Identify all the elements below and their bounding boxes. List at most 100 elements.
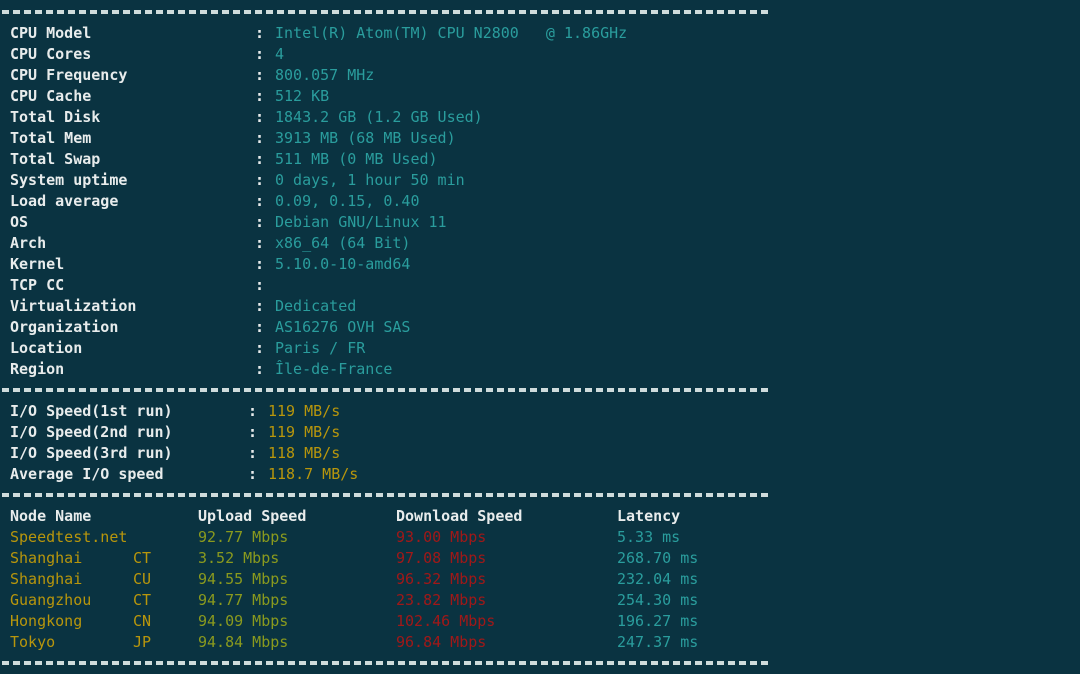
terminal-window: CPU Model: Intel(R) Atom(TM) CPU N2800 @ … <box>0 0 1080 674</box>
cell-isp-code: CU <box>133 570 152 588</box>
info-row: Total Swap:511 MB (0 MB Used) <box>0 149 1080 170</box>
cell-isp-code: JP <box>133 633 152 651</box>
cell-download-speed: 23.82 Mbps <box>396 591 487 609</box>
info-label: CPU Cache <box>10 87 92 105</box>
network-table-row: Shanghai CU 94.55 Mbps 96.32 Mbps 232.04 ms <box>0 569 1080 590</box>
info-row: System uptime:0 days, 1 hour 50 min <box>0 170 1080 191</box>
info-colon: : <box>248 423 258 441</box>
info-value: Île-de-France <box>275 360 393 378</box>
cell-isp-code: CT <box>133 591 152 609</box>
info-value: Paris / FR <box>275 339 366 357</box>
info-colon: : <box>255 255 265 273</box>
info-colon: : <box>255 108 265 126</box>
info-row: Total Mem:3913 MB (68 MB Used) <box>0 128 1080 149</box>
info-label: CPU Model <box>10 24 92 42</box>
separator-top <box>0 2 1080 23</box>
cell-upload-speed: 3.52 Mbps <box>198 549 280 567</box>
info-value: AS16276 OVH SAS <box>275 318 411 336</box>
cell-node-name: Guangzhou <box>10 591 92 609</box>
info-row: Virtualization: Dedicated <box>0 296 1080 317</box>
network-table-row: Guangzhou CT 94.77 Mbps 23.82 Mbps 254.30 ms <box>0 590 1080 611</box>
cell-upload-speed: 94.55 Mbps <box>198 570 289 588</box>
info-row: Kernel:5.10.0-10-amd64 <box>0 254 1080 275</box>
info-colon: : <box>255 192 265 210</box>
info-label: OS <box>10 213 29 231</box>
io-speed-row: Average I/O speed:118.7 MB/s <box>0 464 1080 485</box>
cell-isp-code: CN <box>133 612 152 630</box>
info-row: CPU Frequency:800.057 MHz <box>0 65 1080 86</box>
separator-after-io-speed <box>0 485 1080 506</box>
cell-upload-speed: 94.77 Mbps <box>198 591 289 609</box>
cell-latency: 232.04 ms <box>617 570 699 588</box>
cell-latency: 196.27 ms <box>617 612 699 630</box>
network-table-header: Node Name Upload Speed Download Speed La… <box>0 506 1080 527</box>
info-row: Location: Paris / FR <box>0 338 1080 359</box>
info-row: Region: Île-de-France <box>0 359 1080 380</box>
separator-after-system-info <box>0 380 1080 401</box>
info-label: Load average <box>10 192 119 210</box>
info-colon: : <box>255 45 265 63</box>
info-value: 3913 MB (68 MB Used) <box>275 129 456 147</box>
separator-bottom <box>0 653 1080 674</box>
info-row: CPU Cache:512 KB <box>0 86 1080 107</box>
info-value: 800.057 MHz <box>275 66 375 84</box>
io-speed-row: I/O Speed(1st run):119 MB/s <box>0 401 1080 422</box>
info-row: OS: Debian GNU/Linux 11 <box>0 212 1080 233</box>
io-speed-label: I/O Speed(1st run) <box>10 402 173 420</box>
cell-download-speed: 97.08 Mbps <box>396 549 487 567</box>
info-colon: : <box>255 24 265 42</box>
io-speed-value: 119 MB/s <box>268 423 341 441</box>
network-table-row: Hongkong CN 94.09 Mbps 102.46 Mbps 196.27 ms <box>0 611 1080 632</box>
info-label: Organization <box>10 318 119 336</box>
io-speed-value: 118.7 MB/s <box>268 465 359 483</box>
cell-download-speed: 93.00 Mbps <box>396 528 487 546</box>
info-value: x86_64 (64 Bit) <box>275 234 411 252</box>
info-label: Location <box>10 339 83 357</box>
info-label: CPU Frequency <box>10 66 128 84</box>
cell-isp-code: CT <box>133 549 152 567</box>
io-speed-value: 119 MB/s <box>268 402 341 420</box>
info-colon: : <box>255 360 265 378</box>
info-label: Total Disk <box>10 108 101 126</box>
info-value: 512 KB <box>275 87 330 105</box>
io-speed-section: I/O Speed(1st run):119 MB/s I/O Speed(2nd… <box>0 401 1080 485</box>
info-row: CPU Cores:4 <box>0 44 1080 65</box>
cell-latency: 247.37 ms <box>617 633 699 651</box>
cell-latency: 5.33 ms <box>617 528 681 546</box>
column-header-latency: Latency <box>617 507 681 525</box>
system-info-section: CPU Model: Intel(R) Atom(TM) CPU N2800 @ … <box>0 23 1080 380</box>
io-speed-label: Average I/O speed <box>10 465 164 483</box>
info-label: Virtualization <box>10 297 137 315</box>
info-colon: : <box>255 87 265 105</box>
info-value: 0 days, 1 hour 50 min <box>275 171 465 189</box>
info-value: 0.09, 0.15, 0.40 <box>275 192 420 210</box>
cell-node-name: Shanghai <box>10 570 83 588</box>
info-label: Kernel <box>10 255 65 273</box>
cell-node-name: Speedtest.net <box>10 528 128 546</box>
info-label: Arch <box>10 234 47 252</box>
info-row: Arch: x86_64 (64 Bit) <box>0 233 1080 254</box>
io-speed-row: I/O Speed(2nd run):119 MB/s <box>0 422 1080 443</box>
info-colon: : <box>248 444 258 462</box>
cell-node-name: Hongkong <box>10 612 83 630</box>
info-colon: : <box>255 66 265 84</box>
info-label: CPU Cores <box>10 45 92 63</box>
cell-download-speed: 102.46 Mbps <box>396 612 496 630</box>
info-row: Load average:0.09, 0.15, 0.40 <box>0 191 1080 212</box>
column-header-node-name: Node Name <box>10 507 92 525</box>
info-value: Debian GNU/Linux 11 <box>275 213 447 231</box>
io-speed-value: 118 MB/s <box>268 444 341 462</box>
info-label: Total Mem <box>10 129 92 147</box>
info-row: Total Disk:1843.2 GB (1.2 GB Used) <box>0 107 1080 128</box>
column-header-download-speed: Download Speed <box>396 507 523 525</box>
info-label: Total Swap <box>10 150 101 168</box>
info-colon: : <box>248 465 258 483</box>
network-table-row: Shanghai CT 3.52 Mbps 97.08 Mbps 268.70 ms <box>0 548 1080 569</box>
cell-latency: 268.70 ms <box>617 549 699 567</box>
info-row: TCP CC: <box>0 275 1080 296</box>
network-table-body: Speedtest.net 92.77 Mbps 93.00 Mbps 5.33 ms… <box>0 527 1080 653</box>
info-row: Organization: AS16276 OVH SAS <box>0 317 1080 338</box>
cell-latency: 254.30 ms <box>617 591 699 609</box>
info-label: TCP CC <box>10 276 65 294</box>
cell-upload-speed: 94.09 Mbps <box>198 612 289 630</box>
